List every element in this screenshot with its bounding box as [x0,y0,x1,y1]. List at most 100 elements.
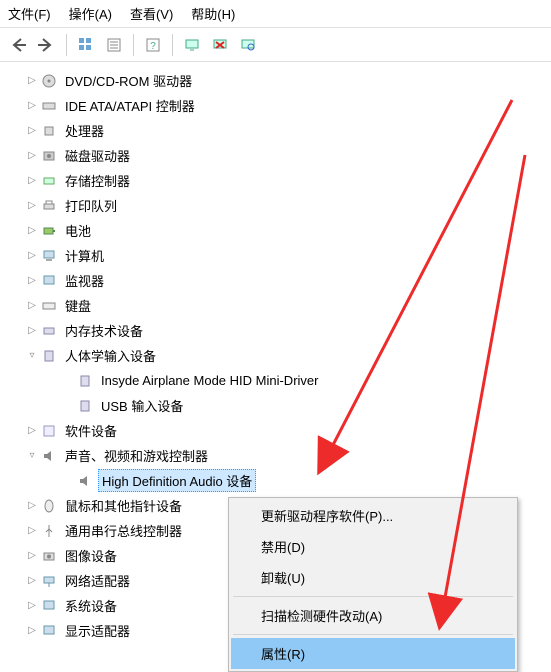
forward-button[interactable] [34,32,60,58]
collapse-icon[interactable]: ▿ [24,448,40,464]
properties-button[interactable] [101,32,127,58]
memory-icon [40,322,58,340]
monitor-scan-icon [240,37,256,53]
menu-view[interactable]: 查看(V) [130,4,173,23]
software-icon [40,422,58,440]
camera-icon [40,547,58,565]
tree-node-battery[interactable]: ▷ 电池 [10,218,551,243]
uninstall-driver-button[interactable] [207,32,233,58]
tree-label: 通用串行总线控制器 [62,520,185,541]
hid-device-icon [76,372,94,390]
menu-file[interactable]: 文件(F) [8,4,51,23]
tree-label: IDE ATA/ATAPI 控制器 [62,95,198,116]
expand-icon[interactable]: ▷ [24,223,40,239]
tree-label: 声音、视频和游戏控制器 [62,445,211,466]
tree-node-ide[interactable]: ▷ IDE ATA/ATAPI 控制器 [10,93,551,118]
menubar: 文件(F) 操作(A) 查看(V) 帮助(H) [0,0,551,28]
expand-icon[interactable]: ▷ [24,148,40,164]
tree-label: 计算机 [62,245,107,266]
tree-label: DVD/CD-ROM 驱动器 [62,70,195,91]
controller-icon [40,172,58,190]
ctx-scan-hardware[interactable]: 扫描检测硬件改动(A) [231,600,515,631]
tree-node-monitor[interactable]: ▷ 监视器 [10,268,551,293]
update-driver-button[interactable] [179,32,205,58]
menu-action[interactable]: 操作(A) [69,4,112,23]
speaker-icon [40,447,58,465]
expand-icon[interactable]: ▷ [24,123,40,139]
tree-label: USB 输入设备 [98,395,186,416]
tree-node-cpu[interactable]: ▷ 处理器 [10,118,551,143]
tree-node-keyboard[interactable]: ▷ 键盘 [10,293,551,318]
tree-node-memory[interactable]: ▷ 内存技术设备 [10,318,551,343]
expand-icon[interactable]: ▷ [24,173,40,189]
expand-icon[interactable]: ▷ [24,573,40,589]
toolbar: ? [0,28,551,62]
tree-label: Insyde Airplane Mode HID Mini-Driver [98,372,321,389]
expand-icon[interactable]: ▷ [24,273,40,289]
help-icon: ? [145,37,161,53]
tree-node-hid[interactable]: ▿ 人体学输入设备 [10,343,551,368]
arrow-right-icon [38,37,56,53]
properties-icon [106,37,122,53]
expand-icon[interactable]: ▷ [24,423,40,439]
monitor-icon [40,272,58,290]
expand-icon[interactable]: ▷ [24,248,40,264]
tree-label: 电池 [62,220,94,241]
usb-icon [40,522,58,540]
tree-node-hid-usb[interactable]: USB 输入设备 [10,393,551,418]
view-mode-button[interactable] [73,32,99,58]
tree-node-computer[interactable]: ▷ 计算机 [10,243,551,268]
expand-icon[interactable]: ▷ [24,323,40,339]
help-button[interactable]: ? [140,32,166,58]
arrow-left-icon [10,37,28,53]
tree-node-disk[interactable]: ▷ 磁盘驱动器 [10,143,551,168]
network-icon [40,572,58,590]
separator [66,34,67,56]
tree-label: 打印队列 [62,195,120,216]
tree-node-software[interactable]: ▷ 软件设备 [10,418,551,443]
separator [172,34,173,56]
expand-icon[interactable]: ▷ [24,548,40,564]
computer-icon [40,247,58,265]
expand-icon[interactable]: ▷ [24,623,40,639]
tree-label: 磁盘驱动器 [62,145,133,166]
collapse-icon[interactable]: ▿ [24,348,40,364]
speaker-icon [76,472,94,490]
tree-label: 系统设备 [62,595,120,616]
tree-label: 键盘 [62,295,94,316]
ctx-uninstall[interactable]: 卸载(U) [231,562,515,593]
tree-label: 内存技术设备 [62,320,146,341]
ctx-update-driver[interactable]: 更新驱动程序软件(P)... [231,500,515,531]
tree-node-dvd[interactable]: ▷ DVD/CD-ROM 驱动器 [10,68,551,93]
tree-label: 处理器 [62,120,107,141]
menu-help[interactable]: 帮助(H) [191,4,235,23]
expand-icon[interactable]: ▷ [24,598,40,614]
tree-node-hid-airplane[interactable]: Insyde Airplane Mode HID Mini-Driver [10,368,551,393]
expand-icon[interactable]: ▷ [24,523,40,539]
tree-label: 显示适配器 [62,620,133,641]
system-icon [40,597,58,615]
tree-node-sound[interactable]: ▿ 声音、视频和游戏控制器 [10,443,551,468]
svg-text:?: ? [150,41,156,52]
tree-label: 监视器 [62,270,107,291]
scan-hardware-button[interactable] [235,32,261,58]
separator [233,634,513,635]
tree-node-print[interactable]: ▷ 打印队列 [10,193,551,218]
expand-icon[interactable]: ▷ [24,298,40,314]
expand-icon[interactable]: ▷ [24,198,40,214]
expand-icon[interactable]: ▷ [24,98,40,114]
display-adapter-icon [40,622,58,640]
tree-node-sound-hd[interactable]: High Definition Audio 设备 [10,468,551,493]
expand-icon[interactable]: ▷ [24,498,40,514]
expand-icon[interactable]: ▷ [24,73,40,89]
connector-icon [40,97,58,115]
hid-icon [40,347,58,365]
monitor-update-icon [184,37,200,53]
tree-node-storage[interactable]: ▷ 存储控制器 [10,168,551,193]
tree-label: 鼠标和其他指针设备 [62,495,185,516]
printer-icon [40,197,58,215]
ctx-properties[interactable]: 属性(R) [231,638,515,669]
tree-label: 软件设备 [62,420,120,441]
back-button[interactable] [6,32,32,58]
ctx-disable[interactable]: 禁用(D) [231,531,515,562]
